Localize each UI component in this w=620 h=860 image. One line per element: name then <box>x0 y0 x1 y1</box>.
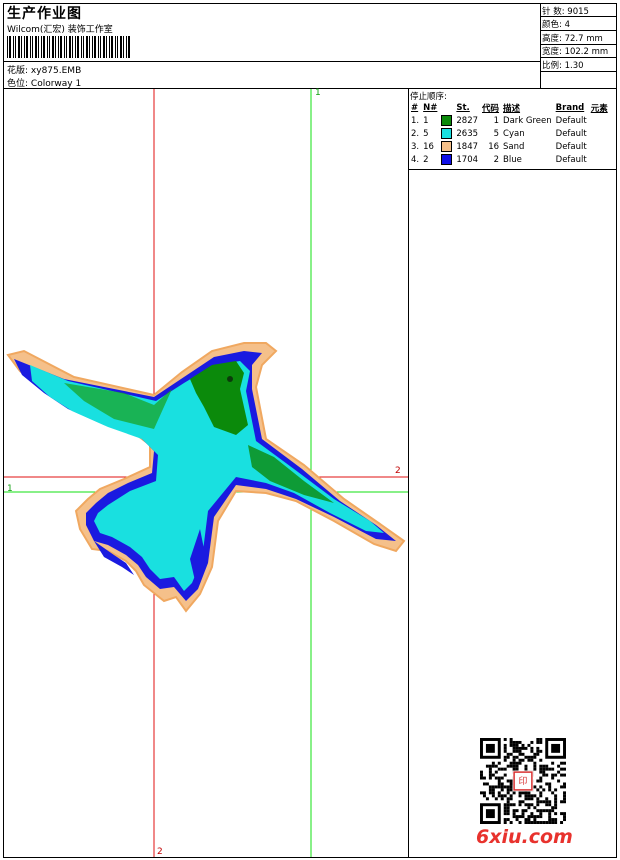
table-row: 1. 1 2827 1 Dark Green Default <box>411 115 587 126</box>
swatch-dark-green <box>441 115 453 126</box>
embroidery-canvas <box>4 89 408 857</box>
panel-divider <box>408 88 409 858</box>
colorway-row: 色位: Colorway 1 <box>7 76 81 89</box>
col-code: 代码 <box>482 103 500 114</box>
qr-code: 印 <box>480 738 566 824</box>
stat-stitches: 针 数: 9015 <box>542 7 589 17</box>
stats-divider-5 <box>540 71 617 72</box>
page-title: 生产作业图 <box>7 6 82 22</box>
col-stitches: St. <box>456 102 470 113</box>
col-swatch <box>439 101 454 114</box>
stat-height: 高度: 72.7 mm <box>542 34 603 44</box>
red-guide-label-bottom: 2 <box>157 847 163 857</box>
red-guide-label-right: 2 <box>395 466 401 476</box>
col-index: # <box>411 102 419 113</box>
table-header: # N# St. 代码 描述 Brand 元素 <box>409 101 610 114</box>
stats-divider-4 <box>540 57 617 58</box>
qr-seal: 印 <box>519 775 528 787</box>
col-desc: 描述 <box>503 103 521 114</box>
colorway-label: 色位: <box>7 79 29 89</box>
table-row: 4. 2 1704 2 Blue Default <box>411 154 587 165</box>
col-brand: Brand <box>555 102 585 113</box>
green-guide-label-top: 1 <box>315 88 321 98</box>
design-name-row: 花版: xy875.EMB <box>7 63 81 76</box>
watermark: 6xiu.com <box>476 826 573 848</box>
stats-divider-2 <box>540 30 617 31</box>
barcode <box>7 36 130 58</box>
swatch-cyan <box>441 128 453 139</box>
page-subtitle: Wilcom(汇宏) 装饰工作室 <box>7 25 113 35</box>
color-table-divider <box>408 169 617 170</box>
stat-width: 宽度: 102.2 mm <box>542 47 609 57</box>
green-guide-label-left: 1 <box>7 484 13 494</box>
col-needle: N# <box>423 102 438 113</box>
table-row: 2. 5 2635 5 Cyan Default <box>411 128 587 139</box>
bird-eye <box>227 376 233 382</box>
design-label: 花版: <box>7 66 29 76</box>
design-value: xy875.EMB <box>30 66 82 76</box>
color-sequence-table: # N# St. 代码 描述 Brand 元素 1. 1 2827 1 Dark G… <box>409 101 610 166</box>
design-info-divider <box>3 61 540 62</box>
stat-scale: 比例: 1.30 <box>542 61 584 71</box>
colorway-value: Colorway 1 <box>30 79 82 89</box>
swatch-blue <box>441 154 453 165</box>
swatch-sand <box>441 141 453 152</box>
stat-colors: 颜色: 4 <box>542 20 570 30</box>
table-row: 3. 16 1847 16 Sand Default <box>411 141 587 152</box>
col-element: 元素 <box>590 103 608 114</box>
